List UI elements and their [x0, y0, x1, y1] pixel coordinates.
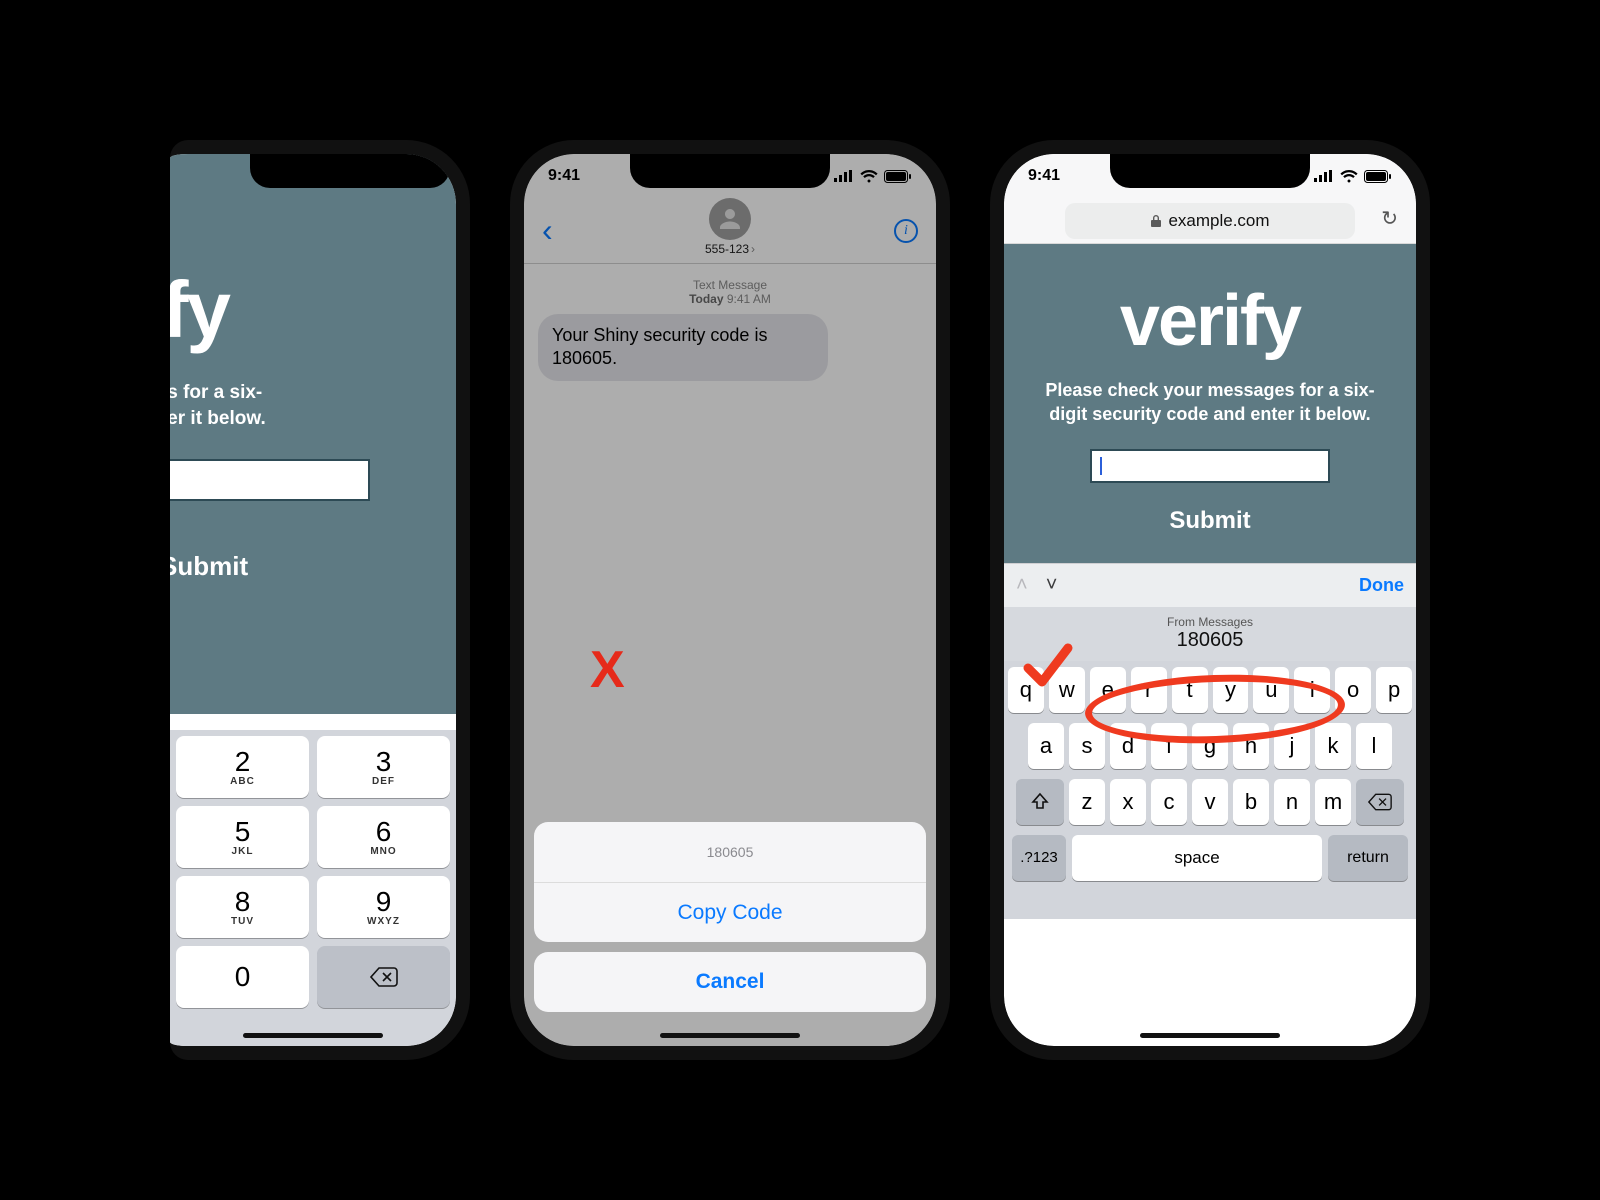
key-z[interactable]: z — [1069, 779, 1105, 825]
key-9[interactable]: 9WXYZ — [317, 876, 450, 938]
signal-icon — [1314, 170, 1334, 182]
key-c[interactable]: c — [1151, 779, 1187, 825]
verify-instruction: our messages for a six- code and enter i… — [170, 380, 266, 431]
wifi-icon — [1340, 170, 1358, 183]
key-v[interactable]: v — [1192, 779, 1228, 825]
notch — [250, 154, 450, 188]
key-k[interactable]: k — [1315, 723, 1351, 769]
home-indicator[interactable] — [1140, 1033, 1280, 1038]
key-p[interactable]: p — [1376, 667, 1412, 713]
wifi-icon — [860, 170, 878, 183]
verify-title: verify — [1120, 280, 1300, 362]
sheet-code-title: 180605 — [534, 822, 926, 882]
copy-code-button[interactable]: Copy Code — [534, 882, 926, 942]
notch — [1110, 154, 1310, 188]
key-3[interactable]: 3DEF — [317, 736, 450, 798]
annotation-check-mark — [1020, 638, 1076, 699]
submit-button[interactable]: Submit — [170, 551, 248, 582]
key-m[interactable]: m — [1315, 779, 1351, 825]
status-right — [834, 170, 912, 183]
keyboard-accessory: ˄ ˅ Done — [1004, 563, 1416, 607]
annotation-x-mark: X — [590, 640, 625, 700]
safari-host: example.com — [1168, 211, 1269, 231]
code-input[interactable] — [170, 459, 370, 501]
return-key[interactable]: return — [1328, 835, 1408, 881]
status-time: 9:41 — [1028, 167, 1060, 185]
symbols-key[interactable]: .?123 — [1012, 835, 1066, 881]
numeric-keypad: 2ABC 3DEF 5JKL 6MNO 8TUV 9WXYZ 0 — [170, 730, 456, 1046]
backspace-icon — [370, 967, 398, 987]
key-backspace[interactable] — [317, 946, 450, 1008]
key-a[interactable]: a — [1028, 723, 1064, 769]
autofill-code: 180605 — [1177, 629, 1244, 652]
signal-icon — [834, 170, 854, 182]
code-input[interactable] — [1090, 449, 1330, 483]
home-indicator[interactable] — [243, 1033, 383, 1038]
backspace-key[interactable] — [1356, 779, 1404, 825]
status-right — [1314, 170, 1392, 183]
battery-icon — [1364, 170, 1392, 183]
cancel-button[interactable]: Cancel — [534, 952, 926, 1012]
lock-icon — [1150, 214, 1162, 228]
verify-title: erify — [170, 264, 229, 356]
phone-middle: 9:41 ‹ 555-123› i — [510, 140, 950, 1060]
key-l[interactable]: l — [1356, 723, 1392, 769]
autofill-label: From Messages — [1167, 615, 1253, 629]
submit-button[interactable]: Submit — [1169, 507, 1250, 535]
phone-right: 9:41 example.com ↻ verify — [990, 140, 1430, 1060]
shift-key[interactable] — [1016, 779, 1064, 825]
key-2[interactable]: 2ABC — [176, 736, 309, 798]
key-x[interactable]: x — [1110, 779, 1146, 825]
home-indicator[interactable] — [660, 1033, 800, 1038]
prev-field-button[interactable]: ˄ — [1016, 574, 1028, 597]
key-b[interactable]: b — [1233, 779, 1269, 825]
key-5[interactable]: 5JKL — [176, 806, 309, 868]
verify-instruction: Please check your messages for a six-dig… — [1040, 378, 1380, 427]
key-s[interactable]: s — [1069, 723, 1105, 769]
next-field-button[interactable]: ˅ — [1046, 574, 1058, 597]
action-sheet: 180605 Copy Code Cancel — [534, 822, 926, 1022]
key-n[interactable]: n — [1274, 779, 1310, 825]
done-button[interactable]: Done — [1359, 575, 1404, 596]
key-6[interactable]: 6MNO — [317, 806, 450, 868]
space-key[interactable]: space — [1072, 835, 1322, 881]
key-0[interactable]: 0 — [176, 946, 309, 1008]
battery-icon — [884, 170, 912, 183]
shift-icon — [1030, 792, 1050, 812]
status-time: 9:41 — [548, 167, 580, 185]
notch — [630, 154, 830, 188]
backspace-icon — [1368, 793, 1392, 811]
reload-button[interactable]: ↻ — [1381, 206, 1398, 231]
phone-left: erify our messages for a six- code and e… — [170, 140, 470, 1060]
key-8[interactable]: 8TUV — [176, 876, 309, 938]
